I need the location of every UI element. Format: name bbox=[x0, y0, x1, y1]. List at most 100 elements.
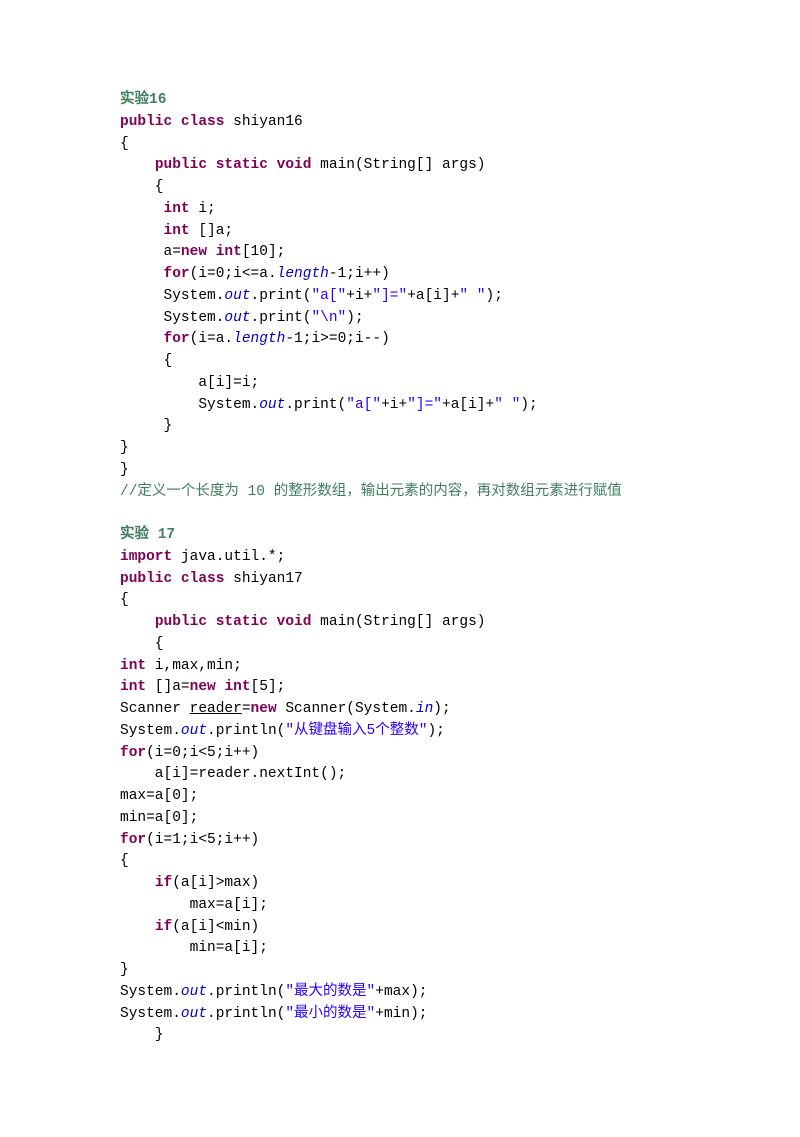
code-line: } bbox=[120, 460, 680, 482]
code-token: length bbox=[277, 266, 329, 282]
code-line: { bbox=[120, 590, 680, 612]
code-token: Scanner(System. bbox=[277, 701, 416, 717]
code-token: { bbox=[120, 636, 164, 652]
code-token: if bbox=[155, 919, 172, 935]
code-line: Scanner reader=new Scanner(System.in); bbox=[120, 699, 680, 721]
section-title: 实验 17 bbox=[120, 525, 680, 547]
code-token bbox=[172, 114, 181, 130]
code-token: System. bbox=[120, 984, 181, 1000]
code-token: -1;i>=0;i--) bbox=[285, 331, 389, 347]
code-token: import bbox=[120, 549, 172, 565]
code-token: System. bbox=[120, 288, 224, 304]
code-token: (i=a. bbox=[190, 331, 234, 347]
code-token: +max); bbox=[375, 984, 427, 1000]
code-token: min=a[0]; bbox=[120, 810, 198, 826]
code-token: (a[i]<min) bbox=[172, 919, 259, 935]
code-token: max=a[0]; bbox=[120, 788, 198, 804]
code-line: min=a[i]; bbox=[120, 938, 680, 960]
code-line: } bbox=[120, 416, 680, 438]
code-line: { bbox=[120, 634, 680, 656]
code-line: for(i=a.length-1;i>=0;i--) bbox=[120, 329, 680, 351]
code-document: 实验16public class shiyan16{ public static… bbox=[120, 90, 680, 1047]
code-token: "a[" bbox=[311, 288, 346, 304]
code-token: for bbox=[164, 266, 190, 282]
code-token: System. bbox=[120, 1006, 181, 1022]
code-token: shiyan17 bbox=[224, 571, 302, 587]
code-token: i; bbox=[190, 201, 216, 217]
code-line: public static void main(String[] args) bbox=[120, 155, 680, 177]
code-token: public bbox=[155, 614, 207, 630]
code-token: out bbox=[259, 397, 285, 413]
code-token: ); bbox=[433, 701, 450, 717]
code-token: (i=0;i<=a. bbox=[190, 266, 277, 282]
code-token: main(String[] args) bbox=[311, 614, 485, 630]
code-token: out bbox=[224, 310, 250, 326]
code-token: []a= bbox=[146, 679, 190, 695]
code-line: if(a[i]<min) bbox=[120, 917, 680, 939]
code-line: public static void main(String[] args) bbox=[120, 612, 680, 634]
code-line: a[i]=i; bbox=[120, 373, 680, 395]
code-token: "最小的数是" bbox=[285, 1006, 375, 1022]
code-line: public class shiyan16 bbox=[120, 112, 680, 134]
code-line: a[i]=reader.nextInt(); bbox=[120, 764, 680, 786]
code-token: static bbox=[216, 157, 268, 173]
code-token: out bbox=[181, 984, 207, 1000]
code-line: } bbox=[120, 438, 680, 460]
code-token: "]=" bbox=[372, 288, 407, 304]
code-token: "a[" bbox=[346, 397, 381, 413]
code-token: public bbox=[155, 157, 207, 173]
code-line: int i; bbox=[120, 199, 680, 221]
code-line: public class shiyan17 bbox=[120, 569, 680, 591]
code-token bbox=[268, 614, 277, 630]
code-token bbox=[172, 571, 181, 587]
code-token: "\n" bbox=[311, 310, 346, 326]
code-token: a[i]=reader.nextInt(); bbox=[120, 766, 346, 782]
code-token: ); bbox=[427, 723, 444, 739]
code-token: ); bbox=[520, 397, 537, 413]
code-token: { bbox=[120, 136, 129, 152]
code-token: int bbox=[164, 201, 190, 217]
code-token: +min); bbox=[375, 1006, 427, 1022]
code-comment: //定义一个长度为 10 的整形数组，输出元素的内容，再对数组元素进行赋值 bbox=[120, 482, 680, 504]
code-token bbox=[120, 331, 164, 347]
code-line: } bbox=[120, 1025, 680, 1047]
code-token: new bbox=[251, 701, 277, 717]
code-token: public bbox=[120, 571, 172, 587]
code-token: } bbox=[120, 962, 129, 978]
code-line: System.out.println("最小的数是"+min); bbox=[120, 1004, 680, 1026]
code-line: int i,max,min; bbox=[120, 656, 680, 678]
code-token: for bbox=[120, 832, 146, 848]
code-line: if(a[i]>max) bbox=[120, 873, 680, 895]
code-line: min=a[0]; bbox=[120, 808, 680, 830]
code-token: System. bbox=[120, 723, 181, 739]
code-token: +a[i]+ bbox=[407, 288, 459, 304]
code-token: public bbox=[120, 114, 172, 130]
code-token bbox=[120, 614, 155, 630]
code-token: static bbox=[216, 614, 268, 630]
code-token: } bbox=[120, 462, 129, 478]
code-token bbox=[120, 919, 155, 935]
code-token: class bbox=[181, 571, 225, 587]
code-token: min=a[i]; bbox=[120, 940, 268, 956]
code-line: import java.util.*; bbox=[120, 547, 680, 569]
code-token: new bbox=[181, 244, 207, 260]
code-token: "最大的数是" bbox=[285, 984, 375, 1000]
code-token: (a[i]>max) bbox=[172, 875, 259, 891]
code-line: System.out.println("从键盘输入5个整数"); bbox=[120, 721, 680, 743]
code-token bbox=[120, 266, 164, 282]
code-token: shiyan16 bbox=[224, 114, 302, 130]
code-token: ); bbox=[346, 310, 363, 326]
code-token bbox=[120, 875, 155, 891]
code-line: for(i=0;i<=a.length-1;i++) bbox=[120, 264, 680, 286]
code-line: for(i=1;i<5;i++) bbox=[120, 830, 680, 852]
code-token: +i+ bbox=[346, 288, 372, 304]
code-token: System. bbox=[120, 397, 259, 413]
section-title: 实验16 bbox=[120, 90, 680, 112]
code-token: int bbox=[164, 223, 190, 239]
code-line: a=new int[10]; bbox=[120, 242, 680, 264]
code-token: a= bbox=[120, 244, 181, 260]
code-token: .println( bbox=[207, 1006, 285, 1022]
code-token: (i=1;i<5;i++) bbox=[146, 832, 259, 848]
code-token: +a[i]+ bbox=[442, 397, 494, 413]
code-token: []a; bbox=[190, 223, 234, 239]
